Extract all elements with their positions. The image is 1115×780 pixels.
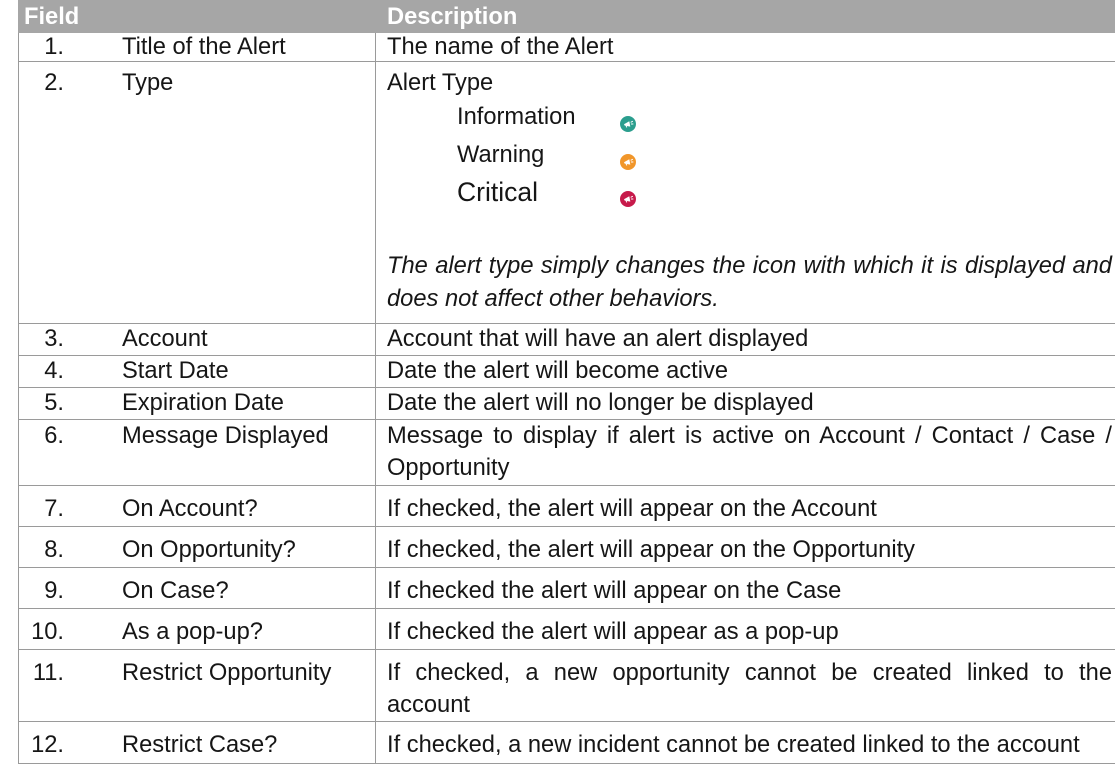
alert-type-list: Information Warning Critical [457,99,1112,212]
field-name: Expiration Date [122,390,284,416]
header-field-label: Field [24,4,80,30]
field-description: If checked the alert will appear as a po… [387,619,839,645]
row-number: 12. [31,732,64,758]
row-number: 4. [44,358,64,384]
row-number: 7. [44,496,64,522]
field-description: Account that will have an alert displaye… [387,326,809,352]
row-number: 3. [44,326,64,352]
field-description: If checked, a new incident cannot be cre… [387,732,1080,758]
table-row: 6. Message Displayed Message to display … [18,420,1115,486]
field-description: If checked, a new opportunity cannot be … [387,660,1112,718]
field-name: On Account? [122,496,258,522]
field-cell: 2. Type [18,62,376,323]
information-megaphone-icon [620,116,636,132]
field-cell: 6. Message Displayed [18,420,376,485]
field-description: Date the alert will become active [387,358,728,384]
warning-megaphone-icon [620,153,636,170]
header-description: Description [387,4,518,30]
field-name: Restrict Opportunity [122,660,332,686]
row-number: 2. [44,70,64,96]
field-description: If checked the alert will appear on the … [387,578,842,604]
alert-type-label: Information [457,104,576,130]
table-row: 3. Account Account that will have an ale… [18,324,1115,356]
field-cell: 12. Restrict Case? [18,722,376,763]
field-cell: 4. Start Date [18,356,376,387]
table-row: 2. Type Alert Type Information Warning C… [18,62,1115,324]
field-description: If checked, the alert will appear on the… [387,537,916,563]
alert-type-critical: Critical [457,174,1112,212]
field-cell: 8. On Opportunity? [18,527,376,567]
table-row: 9. On Case? If checked the alert will ap… [18,568,1115,609]
field-cell: 9. On Case? [18,568,376,608]
critical-megaphone-icon [620,191,636,207]
field-name: On Case? [122,578,229,604]
table-row: 7. On Account? If checked, the alert wil… [18,486,1115,527]
row-number: 1. [44,34,64,60]
field-description: Alert Type Information Warning Critical [376,62,1115,323]
field-description: Date the alert will no longer be display… [387,390,814,416]
row-number: 6. [44,423,64,449]
field-name: Account [122,326,208,352]
field-name: Start Date [122,358,229,384]
table-header: Field Description [18,0,1115,33]
table-row: 12. Restrict Case? If checked, a new inc… [18,722,1115,764]
field-name: Message Displayed [122,423,329,449]
row-number: 5. [44,390,64,416]
field-cell: 3. Account [18,324,376,355]
table-row: 4. Start Date Date the alert will become… [18,356,1115,388]
table-row: 1. Title of the Alert The name of the Al… [18,33,1115,62]
row-number: 9. [44,578,64,604]
field-cell: 5. Expiration Date [18,388,376,419]
field-description: If checked, the alert will appear on the… [387,496,877,522]
field-name: Restrict Case? [122,732,278,758]
alert-type-note: The alert type simply changes the icon w… [387,253,1112,312]
table-row: 8. On Opportunity? If checked, the alert… [18,527,1115,568]
table-row: 10. As a pop-up? If checked the alert wi… [18,609,1115,650]
field-name: Type [122,70,174,96]
field-cell: 7. On Account? [18,486,376,526]
field-name: As a pop-up? [122,619,263,645]
alert-type-label: Warning [457,141,545,168]
field-name: Title of the Alert [122,34,286,60]
alert-type-warning: Warning [457,137,1112,175]
field-description-table: Field Description 1. Title of the Alert … [18,0,1115,764]
row-number: 8. [44,537,64,563]
table-row: 11. Restrict Opportunity If checked, a n… [18,650,1115,722]
alert-type-information: Information [457,99,1112,137]
field-name: On Opportunity? [122,537,296,563]
field-cell: 11. Restrict Opportunity [18,650,376,721]
alert-type-label: Critical [457,177,538,207]
field-description: Message to display if alert is active on… [387,423,1112,481]
row-number: 10. [31,619,64,645]
row-number: 11. [32,660,64,686]
header-field: Field [18,0,376,33]
field-cell: 10. As a pop-up? [18,609,376,649]
field-description: The name of the Alert [387,34,614,60]
alert-type-heading: Alert Type [387,70,494,96]
field-cell: 1. Title of the Alert [18,33,376,61]
table-row: 5. Expiration Date Date the alert will n… [18,388,1115,420]
